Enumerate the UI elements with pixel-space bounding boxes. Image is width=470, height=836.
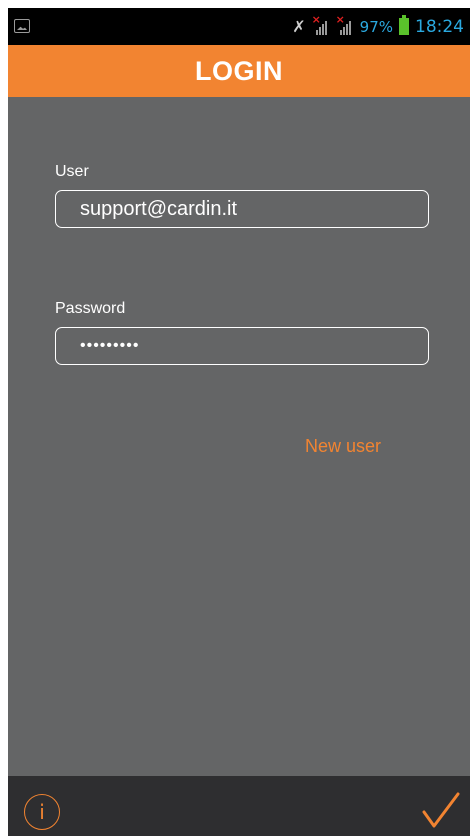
- bottom-bar: i: [8, 776, 470, 836]
- user-field-value: support@cardin.it: [80, 197, 238, 220]
- user-field[interactable]: support@cardin.it: [55, 190, 429, 228]
- status-indicators: ✗ × × 97% 18:24: [292, 8, 464, 45]
- gallery-icon: [14, 19, 30, 33]
- user-label: User: [55, 163, 89, 180]
- title-bar: LOGIN: [8, 45, 470, 97]
- clock: 18:24: [415, 16, 464, 37]
- info-icon[interactable]: i: [24, 794, 60, 830]
- signal-no-sim-icon: ×: [312, 13, 330, 36]
- battery-percent: 97%: [359, 17, 393, 36]
- password-label: Password: [55, 300, 126, 317]
- status-bar: ✗ × × 97% 18:24: [8, 8, 470, 45]
- page-title: LOGIN: [195, 55, 283, 86]
- new-user-link[interactable]: New user: [305, 436, 381, 457]
- password-field-value: •••••••••: [80, 337, 140, 354]
- battery-icon: [399, 15, 409, 35]
- signal-no-sim-icon: ×: [336, 13, 354, 36]
- app-screen: ✗ × × 97% 18:24 LOGIN User support@cardi…: [8, 8, 470, 836]
- info-glyph: i: [39, 800, 45, 824]
- mute-icon: ✗: [292, 17, 306, 36]
- checkmark-icon[interactable]: [418, 788, 462, 832]
- password-field[interactable]: •••••••••: [55, 327, 429, 365]
- device-frame: ✗ × × 97% 18:24 LOGIN User support@cardi…: [0, 0, 470, 836]
